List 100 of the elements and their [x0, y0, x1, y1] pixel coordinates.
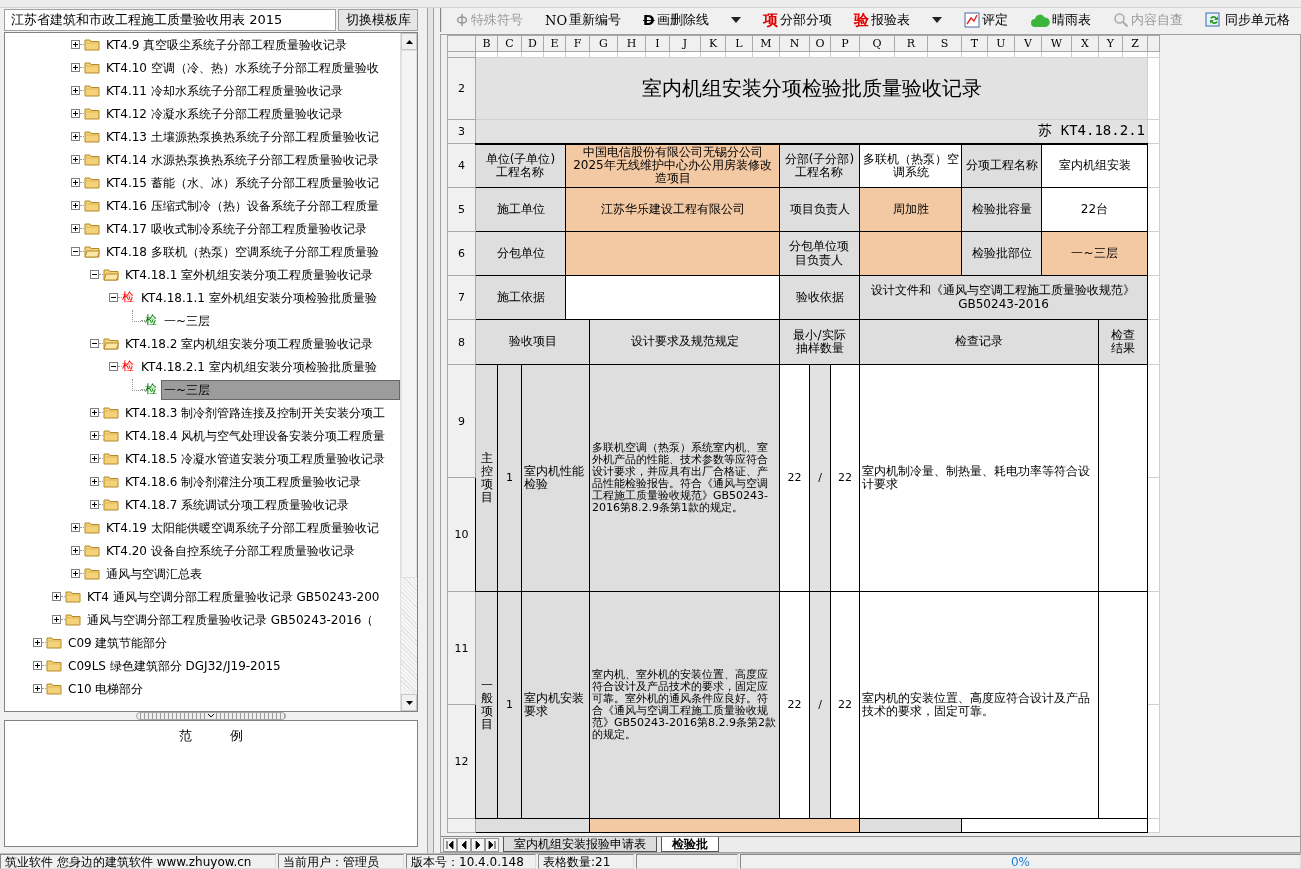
column-header[interactable]: E — [543, 35, 566, 52]
tree-item[interactable]: C09 建筑节能部分 — [65, 632, 400, 653]
column-header[interactable]: D — [521, 35, 544, 52]
expand-button[interactable] — [90, 408, 99, 417]
tree-item[interactable]: KT4.20 设备自控系统子分部工程质量验收记录 — [103, 540, 400, 561]
tree-item[interactable]: KT4.18.2 室内机组安装分项工程质量验收记录 — [122, 333, 400, 354]
expand-button[interactable] — [90, 477, 99, 486]
expand-button[interactable] — [71, 132, 80, 141]
switch-template-button[interactable]: 切换模板库 — [338, 9, 418, 31]
toolbar-button[interactable]: 同步单元格 — [1201, 9, 1293, 31]
previous-sheet-button[interactable] — [457, 837, 471, 852]
column-header[interactable]: O — [809, 35, 831, 52]
plus-icon — [91, 478, 98, 485]
expand-button[interactable] — [52, 592, 61, 601]
column-header[interactable]: I — [645, 35, 670, 52]
scroll-up-button[interactable] — [401, 33, 417, 50]
column-header[interactable]: Z — [1122, 35, 1148, 52]
tree-item[interactable]: KT4.17 吸收式制冷系统子分部工程质量验收记录 — [103, 218, 400, 239]
tree-item[interactable]: KT4.11 冷却水系统子分部工程质量验收记录 — [103, 80, 400, 101]
collapse-button[interactable] — [90, 270, 99, 279]
column-header[interactable]: B — [475, 35, 498, 52]
expand-button[interactable] — [71, 86, 80, 95]
tree-item[interactable]: KT4.18.7 系统调试分项工程质量验收记录 — [122, 494, 400, 515]
tree-item[interactable]: KT4.13 土壤源热泵换热系统子分部工程质量验收记 — [103, 126, 400, 147]
tree-item[interactable]: KT4.19 太阳能供暖空调系统子分部工程质量验收记 — [103, 517, 400, 538]
tree-item[interactable]: KT4.10 空调（冷、热）水系统子分部工程质量验收 — [103, 57, 400, 78]
toolbar-button[interactable]: NO重新编号 — [542, 9, 625, 31]
column-header[interactable]: P — [830, 35, 860, 52]
column-header[interactable]: H — [617, 35, 646, 52]
column-header[interactable]: R — [894, 35, 928, 52]
tree-item[interactable]: C09LS 绿色建筑部分 DGJ32/J19-2015 — [65, 655, 400, 676]
column-header[interactable]: L — [725, 35, 753, 52]
column-header[interactable]: V — [1014, 35, 1042, 52]
tree-item[interactable]: KT4.15 蓄能（水、冰）系统子分部工程质量验收记 — [103, 172, 400, 193]
column-header[interactable]: M — [752, 35, 780, 52]
expand-button[interactable] — [71, 178, 80, 187]
collapse-button[interactable] — [90, 339, 99, 348]
sheet-tab[interactable]: 室内机组安装报验申请表 — [503, 837, 657, 852]
tree-item[interactable]: KT4.16 压缩式制冷（热）设备系统子分部工程质量 — [103, 195, 400, 216]
tree-item[interactable]: 一~三层 — [161, 310, 400, 331]
expand-button[interactable] — [71, 224, 80, 233]
expand-button[interactable] — [33, 661, 42, 670]
toolbar-button[interactable]: 评定 — [960, 9, 1011, 31]
expand-button[interactable] — [52, 615, 61, 624]
tree-item[interactable]: KT4.14 水源热泵换热系统子分部工程质量验收记录 — [103, 149, 400, 170]
tree-item[interactable]: 通风与空调分部工程质量验收记录 GB50243-2016（ — [84, 609, 400, 630]
tree-item[interactable]: KT4 通风与空调分部工程质量验收记录 GB50243-200 — [84, 586, 400, 607]
expand-button[interactable] — [33, 684, 42, 693]
tree-item[interactable]: KT4.18.6 制冷剂灌注分项工程质量验收记录 — [122, 471, 400, 492]
tree-item[interactable]: KT4.18.3 制冷剂管路连接及控制开关安装分项工 — [122, 402, 400, 423]
column-header[interactable]: J — [669, 35, 701, 52]
column-header[interactable]: G — [589, 35, 618, 52]
toolbar-button[interactable]: 项分部分项 — [759, 9, 835, 31]
tree-item[interactable]: 通风与空调汇总表 — [103, 563, 400, 584]
toolbar-button[interactable]: 晴雨表 — [1026, 9, 1094, 31]
expand-button[interactable] — [71, 63, 80, 72]
column-header[interactable]: U — [987, 35, 1015, 52]
first-sheet-button[interactable] — [443, 837, 457, 852]
column-header[interactable]: Y — [1098, 35, 1123, 52]
splitter-handle[interactable] — [136, 712, 286, 720]
next-sheet-button[interactable] — [471, 837, 485, 852]
collapse-button[interactable] — [71, 247, 80, 256]
column-header[interactable]: Q — [859, 35, 895, 52]
tree-item[interactable]: KT4.18.2.1 室内机组安装分项检验批质量验 — [138, 356, 400, 377]
collapse-button[interactable] — [109, 293, 118, 302]
column-header[interactable]: K — [700, 35, 726, 52]
column-header[interactable]: T — [961, 35, 988, 52]
toolbar-button[interactable]: D 画删除线 — [640, 9, 712, 31]
expand-button[interactable] — [33, 638, 42, 647]
column-header[interactable]: C — [497, 35, 522, 52]
tree-item[interactable]: KT4.18.4 风机与空气处理设备安装分项工程质量 — [122, 425, 400, 446]
tree-item[interactable]: KT4.18.1.1 室外机组安装分项检验批质量验 — [138, 287, 400, 308]
expand-button[interactable] — [71, 569, 80, 578]
tree-item[interactable]: KT4.18 多联机（热泵）空调系统子分部工程质量验 — [103, 241, 400, 262]
expand-button[interactable] — [90, 454, 99, 463]
tree-item[interactable]: KT4.18.5 冷凝水管道安装分项工程质量验收记录 — [122, 448, 400, 469]
column-header[interactable]: F — [565, 35, 590, 52]
expand-button[interactable] — [71, 201, 80, 210]
expand-button[interactable] — [71, 523, 80, 532]
scroll-down-button[interactable] — [401, 694, 417, 711]
tree-item[interactable]: KT4.18.1 室外机组安装分项工程质量验收记录 — [122, 264, 400, 285]
tree-item[interactable]: KT4.9 真空吸尘系统子分部工程质量验收记录 — [103, 34, 400, 55]
sheet-tab[interactable]: 检验批 — [661, 837, 719, 852]
tree-item[interactable]: KT4.12 冷凝水系统子分部工程质量验收记录 — [103, 103, 400, 124]
expand-button[interactable] — [90, 500, 99, 509]
column-header[interactable]: W — [1041, 35, 1072, 52]
expand-button[interactable] — [71, 546, 80, 555]
expand-button[interactable] — [90, 431, 99, 440]
tree-item[interactable]: 一~三层 — [161, 379, 400, 400]
template-field[interactable]: 江苏省建筑和市政工程施工质量验收用表 2015 — [4, 9, 336, 31]
collapse-button[interactable] — [109, 362, 118, 371]
column-header[interactable]: X — [1071, 35, 1099, 52]
column-header[interactable]: N — [779, 35, 810, 52]
toolbar-button[interactable]: 验报验表 — [850, 9, 913, 31]
column-header[interactable]: S — [927, 35, 962, 52]
expand-button[interactable] — [71, 155, 80, 164]
last-sheet-button[interactable] — [485, 837, 499, 852]
tree-item[interactable]: C10 电梯部分 — [65, 678, 400, 699]
expand-button[interactable] — [71, 109, 80, 118]
expand-button[interactable] — [71, 40, 80, 49]
